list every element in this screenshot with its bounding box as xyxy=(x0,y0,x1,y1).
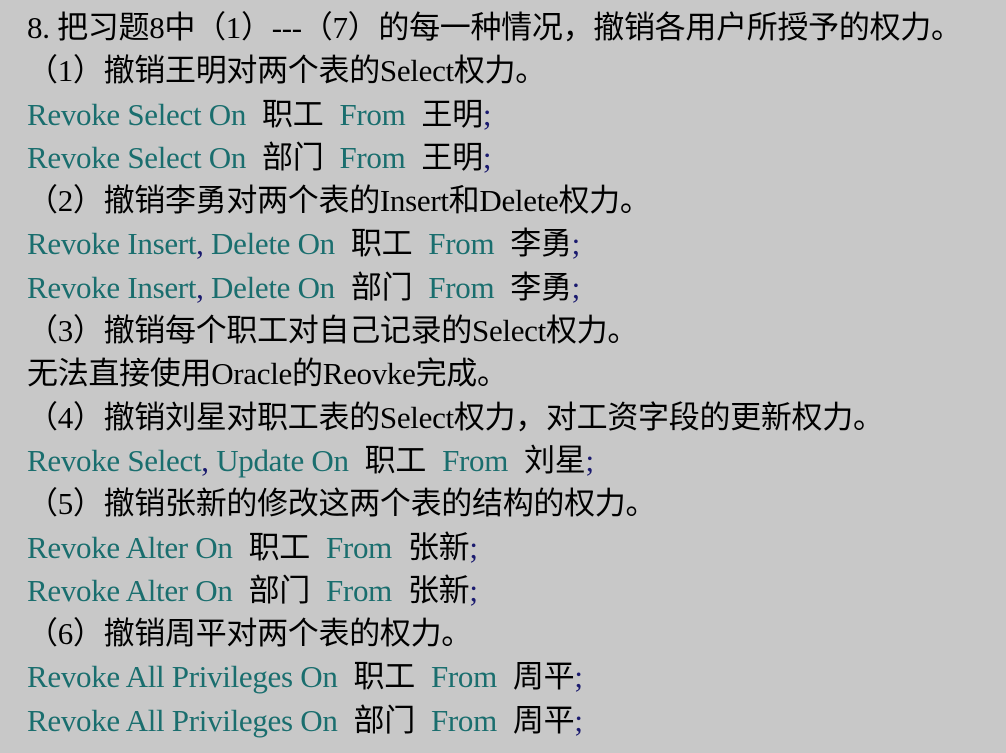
statement-terminator: ; xyxy=(469,572,478,608)
sql-from-keyword: From xyxy=(339,139,406,175)
table-name: 部门 xyxy=(353,702,416,738)
user-name: 王明 xyxy=(421,96,483,132)
table-name: 职工 xyxy=(350,226,413,262)
statement-terminator: ; xyxy=(571,226,581,262)
sql-from-keyword: From xyxy=(428,226,495,262)
statement-terminator: ; xyxy=(585,442,594,478)
sql-from-keyword: From xyxy=(430,659,497,695)
task-text-line: （6）撤销周平对两个表的权力。 xyxy=(27,616,472,652)
table-name: 职工 xyxy=(364,442,427,478)
sql-keyword: Revoke Insert, Delete On xyxy=(27,269,335,305)
user-name: 张新 xyxy=(407,529,470,565)
user-name: 周平 xyxy=(512,702,575,738)
statement-terminator: ; xyxy=(571,269,581,305)
user-name: 张新 xyxy=(407,572,470,608)
sql-statement-line: Revoke Alter On 职工 From 张新; xyxy=(27,526,996,569)
sql-keyword: Revoke All Privileges On xyxy=(27,659,338,695)
statement-terminator: ; xyxy=(482,96,492,132)
task-text-line: （4）撤销刘星对职工表的Select权力，对工资字段的更新权力。 xyxy=(27,399,884,435)
sql-statement-line: Revoke Insert, Delete On 职工 From 李勇; xyxy=(27,222,996,265)
table-name: 部门 xyxy=(248,572,311,608)
task-text-line: （5）撤销张新的修改这两个表的结构的权力。 xyxy=(27,486,657,522)
user-name: 李勇 xyxy=(510,269,572,305)
slide-body: （1）撤销王明对两个表的Select权力。 Revoke Select On 职工 F… xyxy=(27,49,996,742)
user-name: 刘星 xyxy=(524,442,586,478)
sql-statement-line: Revoke All Privileges On 职工 From 周平; xyxy=(27,655,996,698)
task-text-line: （1）撤销王明对两个表的Select权力。 xyxy=(27,53,546,89)
sql-keyword: Revoke Select On xyxy=(27,139,247,175)
sql-keyword: Revoke Alter On xyxy=(27,529,233,565)
sql-from-keyword: From xyxy=(428,269,495,305)
statement-terminator: ; xyxy=(482,139,492,175)
table-name: 职工 xyxy=(262,96,324,132)
sql-from-keyword: From xyxy=(325,529,392,565)
statement-terminator: ; xyxy=(574,659,583,695)
sql-keyword: Revoke Alter On xyxy=(27,572,233,608)
sql-keyword: Revoke Select, Update On xyxy=(27,442,349,478)
table-name: 部门 xyxy=(350,269,413,305)
statement-terminator: ; xyxy=(469,529,478,565)
sql-statement-line: Revoke Select, Update On 职工 From 刘星; xyxy=(27,439,996,482)
table-name: 部门 xyxy=(262,139,324,175)
user-name: 周平 xyxy=(512,659,575,695)
sql-statement-line: Revoke Insert, Delete On 部门 From 李勇; xyxy=(27,266,996,309)
exercise-title: 8. 把习题8中（1）---（7）的每一种情况，撤销各用户所授予的权力。 xyxy=(27,10,962,45)
table-name: 职工 xyxy=(248,529,311,565)
statement-terminator: ; xyxy=(574,702,583,738)
sql-statement-line: Revoke Select On 职工 From 王明; xyxy=(27,93,996,136)
table-name: 职工 xyxy=(353,659,416,695)
sql-from-keyword: From xyxy=(442,442,509,478)
sql-keyword: Revoke Select On xyxy=(27,96,247,132)
user-name: 王明 xyxy=(421,139,483,175)
sql-keyword: Revoke All Privileges On xyxy=(27,702,338,738)
slide: 8. 把习题8中（1）---（7）的每一种情况，撤销各用户所授予的权力。 （1）… xyxy=(0,0,1006,753)
sql-keyword: Revoke Insert, Delete On xyxy=(27,226,335,262)
sql-from-keyword: From xyxy=(430,702,497,738)
sql-statement-line: Revoke All Privileges On 部门 From 周平; xyxy=(27,699,996,742)
sql-from-keyword: From xyxy=(339,96,406,132)
sql-statement-line: Revoke Alter On 部门 From 张新; xyxy=(27,569,996,612)
sql-statement-line: Revoke Select On 部门 From 王明; xyxy=(27,136,996,179)
user-name: 李勇 xyxy=(510,226,572,262)
task-text-line: （3）撤销每个职工对自己记录的Select权力。 xyxy=(27,313,639,349)
sql-from-keyword: From xyxy=(325,572,392,608)
task-text-line: 无法直接使用Oracle的Reovke完成。 xyxy=(27,356,508,392)
task-text-line: （2）撤销李勇对两个表的Insert和Delete权力。 xyxy=(27,183,651,219)
